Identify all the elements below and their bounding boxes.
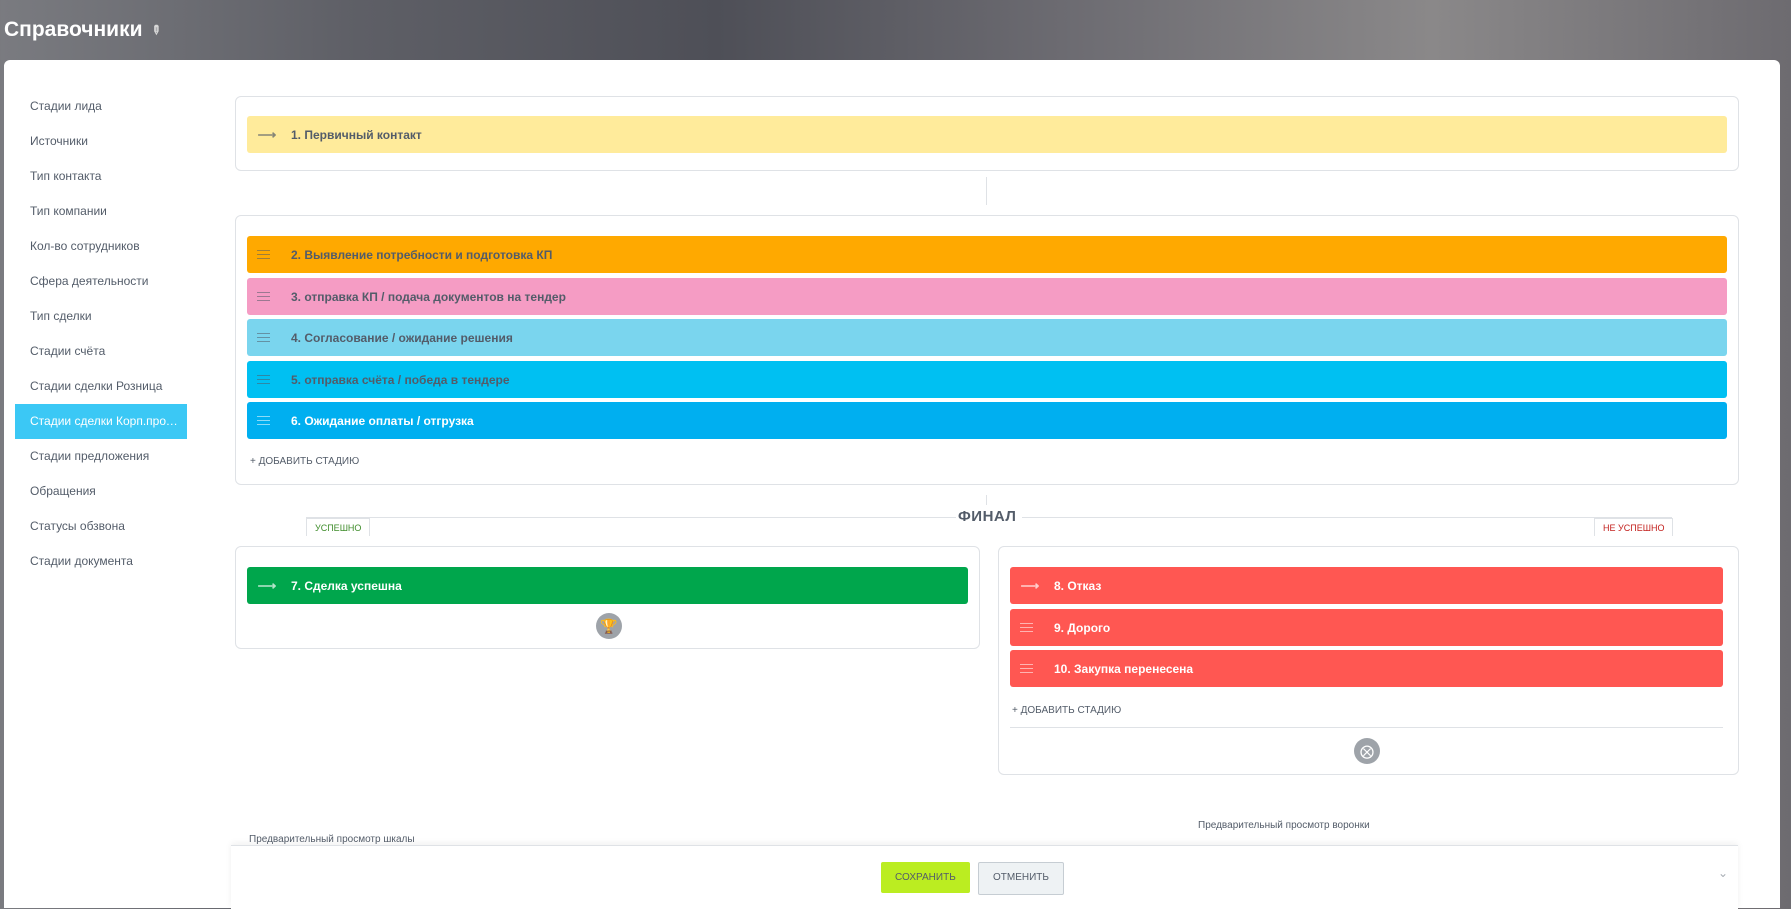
stage-label: 10. Закупка перенесена <box>1054 661 1194 676</box>
add-stage-button[interactable]: + ДОБАВИТЬ СТАДИЮ <box>250 456 359 467</box>
stage-label: 5. отправка счёта / победа в тендере <box>291 372 510 387</box>
drag-handle-icon[interactable] <box>257 292 270 301</box>
final-divider-right <box>1022 517 1672 518</box>
connector-line <box>986 177 987 205</box>
drag-handle-icon[interactable] <box>257 250 270 259</box>
cancel-circle-icon[interactable]: ⨂ <box>1354 738 1380 764</box>
final-divider-left <box>306 517 956 518</box>
save-button[interactable]: СОХРАНИТЬ <box>881 862 970 893</box>
funnel-preview-label[interactable]: Предварительный просмотр воронки <box>1198 820 1370 831</box>
fail-tab-label: НЕ УСПЕШНО <box>1594 518 1674 536</box>
arrow-right-icon: ⟶ <box>1020 577 1040 593</box>
sidebar-item-industry[interactable]: Сфера деятельности <box>15 264 207 299</box>
scale-preview-label[interactable]: Предварительный просмотр шкалы <box>249 834 415 845</box>
drag-handle-icon[interactable] <box>257 375 270 384</box>
stage-item[interactable]: 2. Выявление потребности и подготовка КП <box>247 236 1727 273</box>
drag-handle-icon[interactable] <box>1020 664 1033 673</box>
stage-item[interactable]: 5. отправка счёта / победа в тендере <box>247 361 1727 398</box>
stage-fail[interactable]: 9. Дорого <box>1010 609 1723 646</box>
stage-label: 6. Ожидание оплаты / отгрузка <box>291 413 474 428</box>
stage-first-contact[interactable]: ⟶ 1. Первичный контакт <box>247 116 1727 153</box>
success-tab-label: УСПЕШНО <box>306 518 371 536</box>
pin-icon[interactable]: ⌄ <box>1718 866 1728 880</box>
fail-block-divider <box>1010 727 1723 728</box>
stage-item[interactable]: 6. Ожидание оплаты / отгрузка <box>247 402 1727 439</box>
add-stage-button[interactable]: + ДОБАВИТЬ СТАДИЮ <box>1012 705 1121 716</box>
stage-label: 1. Первичный контакт <box>291 127 422 142</box>
cancel-button[interactable]: ОТМЕНИТЬ <box>978 862 1064 895</box>
sidebar-item-document-stages[interactable]: Стадии документа <box>15 544 207 579</box>
page-title: Справочники ✎ <box>4 18 164 42</box>
sidebar-item-deal-type[interactable]: Тип сделки <box>15 299 207 334</box>
stage-label: 2. Выявление потребности и подготовка КП <box>291 247 553 262</box>
drag-handle-icon[interactable] <box>257 416 270 425</box>
sidebar-item-lead-stages[interactable]: Стадии лида <box>15 89 207 124</box>
connector-line <box>986 495 987 505</box>
stage-label: 3. отправка КП / подача документов на те… <box>291 289 566 304</box>
stage-item[interactable]: 3. отправка КП / подача документов на те… <box>247 278 1727 315</box>
footer-bar: СОХРАНИТЬ ОТМЕНИТЬ ⌄ <box>231 845 1738 909</box>
sidebar: Стадии лида Источники Тип контакта Тип к… <box>15 89 207 579</box>
stage-fail[interactable]: ⟶ 8. Отказ <box>1010 567 1723 604</box>
stage-fail[interactable]: 10. Закупка перенесена <box>1010 650 1723 687</box>
arrow-right-icon: ⟶ <box>257 126 277 142</box>
sidebar-item-invoice-stages[interactable]: Стадии счёта <box>15 334 207 369</box>
stage-label: 9. Дорого <box>1054 620 1111 635</box>
stage-label: 4. Согласование / ожидание решения <box>291 330 513 345</box>
final-title: ФИНАЛ <box>958 508 1017 525</box>
drag-handle-icon[interactable] <box>257 333 270 342</box>
stage-item[interactable]: 4. Согласование / ожидание решения <box>247 319 1727 356</box>
fail-stages-block: ⟶ 8. Отказ 9. Дорого 10. Закупка перенес… <box>998 546 1739 775</box>
stage-success[interactable]: ⟶ 7. Сделка успешна <box>247 567 968 604</box>
stage-label: 7. Сделка успешна <box>291 578 402 593</box>
page-title-text: Справочники <box>4 18 143 41</box>
stage-label: 8. Отказ <box>1054 578 1102 593</box>
sidebar-item-call-statuses[interactable]: Статусы обзвона <box>15 509 207 544</box>
sidebar-item-sources[interactable]: Источники <box>15 124 207 159</box>
success-stages-block: ⟶ 7. Сделка успешна 🏆 <box>235 546 980 649</box>
main-panel: Стадии лида Источники Тип контакта Тип к… <box>4 60 1780 908</box>
arrow-right-icon: ⟶ <box>257 577 277 593</box>
drag-handle-icon[interactable] <box>1020 623 1033 632</box>
sidebar-item-employee-count[interactable]: Кол-во сотрудников <box>15 229 207 264</box>
pin-icon[interactable]: ✎ <box>147 21 164 38</box>
sidebar-item-appeals[interactable]: Обращения <box>15 474 207 509</box>
sidebar-item-retail-deal-stages[interactable]: Стадии сделки Розница <box>15 369 207 404</box>
first-stage-block: ⟶ 1. Первичный контакт <box>235 96 1739 171</box>
sidebar-item-offer-stages[interactable]: Стадии предложения <box>15 439 207 474</box>
sidebar-item-company-type[interactable]: Тип компании <box>15 194 207 229</box>
sidebar-item-corp-deal-stages[interactable]: Стадии сделки Корп.прода... <box>15 404 187 439</box>
sidebar-item-contact-type[interactable]: Тип контакта <box>15 159 207 194</box>
work-stages-block: 2. Выявление потребности и подготовка КП… <box>235 215 1739 485</box>
trophy-icon[interactable]: 🏆 <box>596 613 622 639</box>
